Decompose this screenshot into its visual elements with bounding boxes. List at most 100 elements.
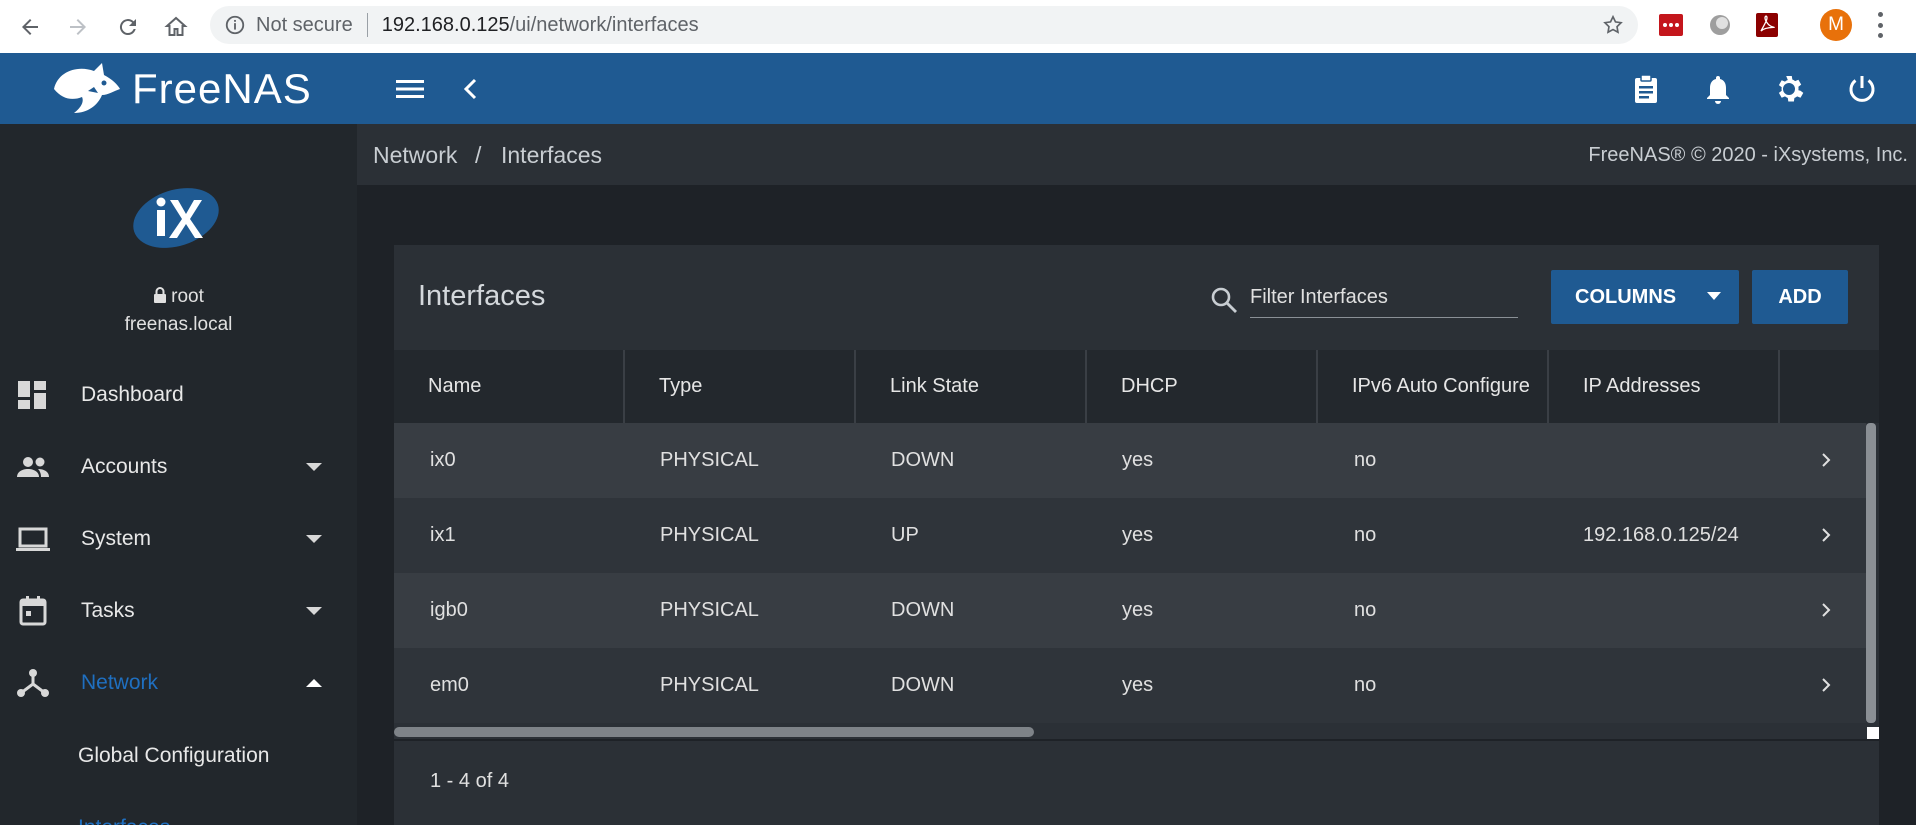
column-header-name[interactable]: Name	[394, 350, 625, 423]
cell-type: PHYSICAL	[660, 599, 759, 621]
reload-icon[interactable]	[114, 13, 142, 41]
power-icon[interactable]	[1846, 73, 1878, 105]
cell-dhcp: yes	[1122, 674, 1154, 696]
sidebar-item-dashboard[interactable]: Dashboard	[0, 365, 357, 425]
table-footer-divider	[394, 739, 1879, 741]
interfaces-card: Interfaces COLUMNS ADD Name Type Link St…	[394, 245, 1879, 825]
table-row[interactable]: ix1 PHYSICAL UP yes no 192.168.0.125/24	[394, 498, 1866, 573]
chevron-down-icon	[306, 535, 322, 543]
main-content: Interfaces COLUMNS ADD Name Type Link St…	[357, 185, 1916, 825]
breadcrumb-separator: /	[475, 142, 482, 168]
sidebar-item-label: System	[81, 527, 152, 550]
cell-link-state: DOWN	[891, 449, 955, 471]
page-title: Interfaces	[418, 280, 546, 312]
bookmark-star-icon[interactable]	[1602, 14, 1624, 36]
sidebar-subitem-interfaces[interactable]: Interfaces	[78, 816, 170, 825]
sidebar-subitem-global-configuration[interactable]: Global Configuration	[78, 744, 269, 768]
cell-link-state: DOWN	[891, 674, 955, 696]
forward-icon[interactable]	[64, 13, 92, 41]
hostname: freenas.local	[124, 314, 233, 335]
table-header: Name Type Link State DHCP IPv6 Auto Conf…	[394, 350, 1879, 423]
sidebar-item-label: Dashboard	[81, 383, 184, 406]
chevron-right-icon[interactable]	[1819, 675, 1833, 695]
cell-ipv6: no	[1354, 599, 1377, 621]
cell-name: igb0	[430, 599, 468, 621]
browser-menu-icon[interactable]	[1874, 12, 1886, 38]
calendar-icon	[19, 596, 47, 626]
table-row[interactable]: igb0 PHYSICAL DOWN yes no	[394, 573, 1866, 648]
sidebar-item-label: Network	[81, 671, 159, 694]
cell-name: ix1	[430, 524, 456, 546]
clipboard-tasks-icon[interactable]	[1630, 73, 1662, 105]
cell-dhcp: yes	[1122, 599, 1154, 621]
info-icon[interactable]	[224, 14, 246, 36]
sidebar-item-network[interactable]: Network	[0, 653, 357, 713]
lastpass-extension-icon[interactable]	[1658, 12, 1684, 38]
column-header-link-state[interactable]: Link State	[856, 350, 1087, 423]
caret-down-icon	[1707, 292, 1721, 300]
column-header-dhcp[interactable]: DHCP	[1087, 350, 1318, 423]
url-path: /ui/network/interfaces	[509, 13, 699, 36]
add-button[interactable]: ADD	[1752, 270, 1848, 324]
columns-button-label: COLUMNS	[1575, 285, 1677, 308]
table-row[interactable]: ix0 PHYSICAL DOWN yes no	[394, 423, 1866, 498]
scroll-corner	[1867, 727, 1879, 739]
url-host: 192.168.0.125	[381, 13, 510, 36]
ix-systems-logo	[133, 188, 219, 248]
filter-interfaces-input[interactable]	[1250, 278, 1518, 318]
browser-toolbar: Not secure 192.168.0.125/ui/network/inte…	[0, 0, 1916, 53]
chevron-down-icon	[306, 463, 322, 471]
app-logo-text: FreeNAS	[132, 64, 312, 112]
chevron-right-icon[interactable]	[1819, 525, 1833, 545]
user-row: root	[0, 286, 357, 308]
settings-gear-icon[interactable]	[1773, 73, 1805, 105]
address-bar[interactable]: Not secure 192.168.0.125/ui/network/inte…	[210, 6, 1638, 44]
cell-link-state: DOWN	[891, 599, 955, 621]
extension-circle-icon[interactable]	[1707, 12, 1733, 38]
not-secure-label: Not secure	[256, 13, 353, 36]
freenas-logo[interactable]: FreeNAS	[0, 53, 357, 124]
sidebar-item-label: Tasks	[81, 599, 135, 622]
column-header-type[interactable]: Type	[625, 350, 856, 423]
laptop-icon	[16, 527, 50, 551]
sidebar-item-accounts[interactable]: Accounts	[0, 437, 357, 497]
copyright-text: FreeNAS® © 2020 - iXsystems, Inc.	[1588, 144, 1908, 166]
sidebar-item-label: Accounts	[81, 455, 168, 478]
notifications-bell-icon[interactable]	[1702, 73, 1734, 105]
cell-ip-addresses: 192.168.0.125/24	[1583, 524, 1739, 546]
cell-dhcp: yes	[1122, 449, 1154, 471]
app-topbar: FreeNAS	[0, 53, 1916, 124]
columns-button[interactable]: COLUMNS	[1551, 270, 1739, 324]
breadcrumb-network[interactable]: Network	[373, 142, 457, 169]
chevron-right-icon[interactable]	[1819, 450, 1833, 470]
back-icon[interactable]	[16, 13, 44, 41]
vertical-scrollbar[interactable]	[1866, 423, 1876, 723]
sidebar-item-tasks[interactable]: Tasks	[0, 581, 357, 641]
omnibox-separator	[366, 13, 368, 37]
table-row[interactable]: em0 PHYSICAL DOWN yes no	[394, 648, 1866, 723]
column-header-ip-addresses[interactable]: IP Addresses	[1549, 350, 1780, 423]
sidebar-item-system[interactable]: System	[0, 509, 357, 569]
column-header-ipv6-auto-configure[interactable]: IPv6 Auto Configure	[1318, 350, 1549, 423]
cell-ipv6: no	[1354, 674, 1377, 696]
cell-name: em0	[430, 674, 469, 696]
search-icon	[1211, 287, 1237, 313]
cell-type: PHYSICAL	[660, 674, 759, 696]
cell-name: ix0	[430, 449, 456, 471]
sidebar: root freenas.local Dashboard Accounts Sy…	[0, 124, 357, 825]
chevron-down-icon	[306, 607, 322, 615]
cell-ipv6: no	[1354, 524, 1377, 546]
pagination-range: 1 - 4 of 4	[430, 770, 509, 792]
cell-type: PHYSICAL	[660, 524, 759, 546]
collapse-sidebar-chevron-icon[interactable]	[455, 73, 487, 105]
chevron-right-icon[interactable]	[1819, 600, 1833, 620]
home-icon[interactable]	[162, 13, 190, 41]
hamburger-menu-icon[interactable]	[394, 73, 426, 105]
horizontal-scrollbar[interactable]	[394, 727, 1034, 737]
breadcrumb-interfaces: Interfaces	[501, 142, 602, 168]
people-icon	[17, 457, 49, 477]
lock-icon	[154, 287, 167, 303]
profile-avatar[interactable]: M	[1820, 9, 1852, 41]
dashboard-icon	[18, 381, 46, 409]
pdf-extension-icon[interactable]	[1754, 12, 1780, 38]
